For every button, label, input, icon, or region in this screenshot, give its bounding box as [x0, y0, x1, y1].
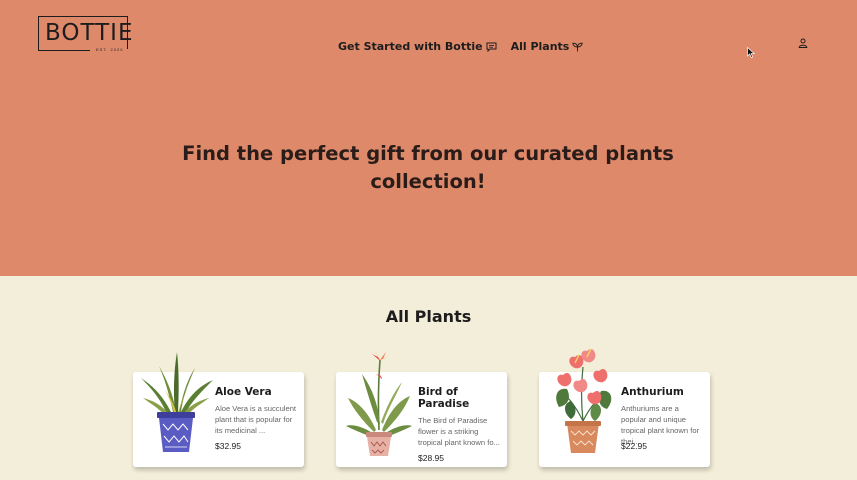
brand-logo[interactable]: BOTTIE EST. 2020 [38, 16, 133, 54]
hero-headline: Find the perfect gift from our curated p… [182, 142, 674, 193]
nav-get-started[interactable]: Get Started with Bottie [338, 40, 497, 53]
logo-tagline: EST. 2020 [94, 47, 126, 52]
product-description: The Bird of Paradise flower is a strikin… [418, 416, 500, 447]
mouse-cursor-icon [747, 47, 755, 58]
aloe-vera-plant-image [141, 352, 213, 452]
product-price: $22.95 [621, 441, 647, 451]
main-nav: Get Started with Bottie All Plants [338, 40, 584, 53]
product-card-bird-of-paradise[interactable]: Bird of Paradise The Bird of Paradise fl… [336, 350, 507, 467]
product-price: $28.95 [418, 453, 444, 463]
section-title: All Plants [385, 307, 472, 326]
sprout-icon [572, 42, 584, 51]
account-icon[interactable] [798, 38, 808, 48]
anthurium-plant-image [556, 348, 612, 453]
nav-all-plants[interactable]: All Plants [511, 40, 584, 53]
chat-icon [486, 42, 497, 52]
product-price: $32.95 [215, 441, 241, 451]
product-description: Aloe Vera is a succulent plant that is p… [215, 404, 297, 435]
bird-of-paradise-plant-image [346, 350, 412, 456]
product-name[interactable]: Anthurium [621, 386, 705, 398]
logo-wordmark: BOTTIE [45, 20, 134, 46]
nav-all-plants-label: All Plants [510, 40, 570, 53]
product-card-anthurium[interactable]: Anthurium Anthuriums are a popular and u… [539, 348, 710, 467]
product-card-aloe-vera[interactable]: Aloe Vera Aloe Vera is a succulent plant… [133, 352, 304, 467]
product-name[interactable]: Bird of Paradise [418, 386, 502, 410]
product-name[interactable]: Aloe Vera [215, 386, 299, 398]
nav-get-started-label: Get Started with Bottie [338, 40, 483, 53]
